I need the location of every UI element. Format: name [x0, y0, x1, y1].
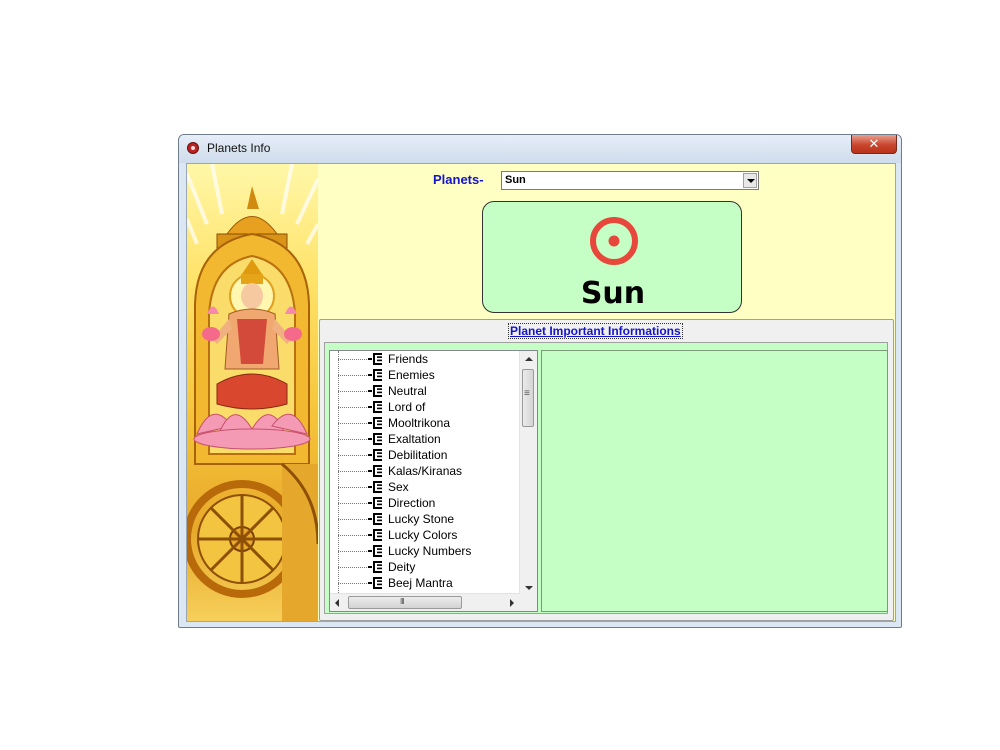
list-node-icon	[368, 577, 382, 589]
scroll-up-arrow-icon[interactable]	[520, 351, 537, 367]
tree-item[interactable]: Neutral	[330, 383, 520, 399]
tree-branch-line	[338, 375, 369, 376]
title-bar[interactable]: Planets Info ✕	[179, 135, 901, 163]
tree-item[interactable]: Exaltation	[330, 431, 520, 447]
tree-item-label: Debilitation	[388, 448, 448, 462]
tree-vertical-scrollbar[interactable]	[519, 351, 537, 596]
tree-branch-line	[338, 423, 369, 424]
planet-dropdown[interactable]: Sun	[501, 171, 759, 190]
planet-info-group: Planet Important Informations Friends Ene…	[319, 319, 894, 621]
tree-item[interactable]: Beej Mantra	[330, 575, 520, 591]
scroll-corner	[520, 594, 537, 611]
horizontal-scroll-thumb[interactable]	[348, 596, 462, 609]
tree-horizontal-scrollbar[interactable]	[330, 593, 520, 611]
deity-image	[187, 164, 318, 621]
list-node-icon	[368, 545, 382, 557]
list-node-icon	[368, 561, 382, 573]
tree-branch-line	[338, 471, 369, 472]
planet-name: Sun	[580, 276, 646, 311]
list-node-icon	[368, 417, 382, 429]
close-button[interactable]: ✕	[851, 135, 897, 154]
tree-branch-line	[338, 567, 369, 568]
tree-branch-line	[338, 519, 369, 520]
tree-item-label: Sex	[388, 480, 409, 494]
tree-item[interactable]: Debilitation	[330, 447, 520, 463]
planet-card: Sun	[482, 201, 742, 313]
list-node-icon	[368, 353, 382, 365]
list-node-icon	[368, 369, 382, 381]
tree-branch-line	[338, 551, 369, 552]
tree-item[interactable]: Sex	[330, 479, 520, 495]
tree-item-label: Lucky Numbers	[388, 544, 472, 558]
deity-illustration	[187, 164, 318, 621]
tree-item-label: Lucky Colors	[388, 528, 458, 542]
tree-item[interactable]: Lucky Colors	[330, 527, 520, 543]
tree-item-label: Direction	[388, 496, 436, 510]
tree-branch-line	[338, 407, 369, 408]
scroll-right-arrow-icon[interactable]	[504, 594, 520, 611]
list-node-icon	[368, 529, 382, 541]
tree-branch-line	[338, 455, 369, 456]
list-node-icon	[368, 449, 382, 461]
planets-info-window: Planets Info ✕ Planets- Sun Sun Planet I…	[178, 134, 902, 628]
window-client-area: Planets- Sun Sun Planet Important Inform…	[186, 163, 896, 622]
tree-item[interactable]: Direction	[330, 495, 520, 511]
tree-branch-line	[338, 439, 369, 440]
tree-branch-line	[338, 583, 369, 584]
tree-branch-line	[338, 487, 369, 488]
list-node-icon	[368, 481, 382, 493]
tree-item-label: Lucky Stone	[388, 512, 455, 526]
app-icon	[187, 142, 199, 154]
list-node-icon	[368, 497, 382, 509]
planet-info-title: Planet Important Informations	[508, 323, 683, 339]
tree-item-label: Exaltation	[388, 432, 441, 446]
tree-item[interactable]: Enemies	[330, 367, 520, 383]
tree-item[interactable]: Deity	[330, 559, 520, 575]
list-node-icon	[368, 401, 382, 413]
tree-branch-line	[338, 535, 369, 536]
list-node-icon	[368, 465, 382, 477]
tree-branch-line	[338, 359, 369, 360]
info-details-panel	[541, 350, 888, 612]
list-node-icon	[368, 513, 382, 525]
scroll-left-arrow-icon[interactable]	[330, 594, 346, 611]
tree-item-label: Friends	[388, 352, 429, 366]
tree-item-label: Kalas/Kiranas	[388, 464, 463, 478]
planets-label: Planets-	[433, 172, 484, 187]
tree-item-label: Beej Mantra	[388, 576, 453, 590]
tree-item-label: Lord of	[388, 400, 426, 414]
tree-item[interactable]: Kalas/Kiranas	[330, 463, 520, 479]
tree-item[interactable]: Lord of	[330, 399, 520, 415]
tree-item-label: Neutral	[388, 384, 427, 398]
chevron-down-icon[interactable]	[743, 173, 757, 188]
tree-item[interactable]: Lucky Stone	[330, 511, 520, 527]
tree-item-label: Enemies	[388, 368, 435, 382]
tree-branch-line	[338, 391, 369, 392]
tree-item-label: Mooltrikona	[388, 416, 451, 430]
tree-item[interactable]: Friends	[330, 351, 520, 367]
vertical-scroll-thumb[interactable]	[522, 369, 534, 427]
info-tree-view[interactable]: Friends Enemies Neutral Lord of Mooltrikona E…	[329, 350, 538, 612]
window-title: Planets Info	[207, 141, 271, 155]
tree-item-label: Deity	[388, 560, 416, 574]
list-node-icon	[368, 385, 382, 397]
tree-item[interactable]: Lucky Numbers	[330, 543, 520, 559]
tree-list: Friends Enemies Neutral Lord of Mooltrikona E…	[330, 351, 520, 597]
tree-branch-line	[338, 503, 369, 504]
tree-item[interactable]: Mooltrikona	[330, 415, 520, 431]
list-node-icon	[368, 433, 382, 445]
planet-dropdown-value: Sun	[505, 174, 526, 186]
planet-info-area: Friends Enemies Neutral Lord of Mooltrikona E…	[324, 342, 888, 614]
sun-symbol-icon	[590, 217, 638, 265]
